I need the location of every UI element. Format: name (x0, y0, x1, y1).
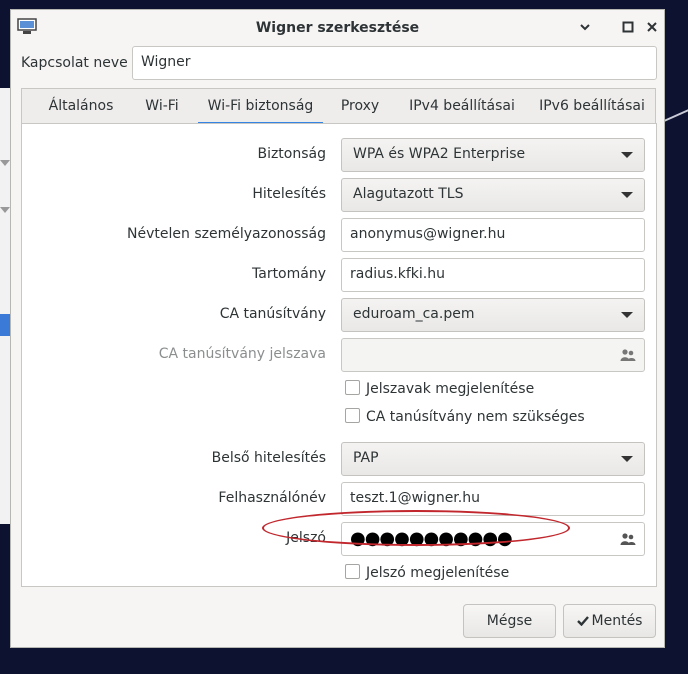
password-value: ●●●●●●●●●●● (350, 528, 513, 549)
checkbox-box[interactable] (345, 564, 360, 579)
connection-name-input[interactable]: Wigner (132, 46, 657, 80)
save-button[interactable]: Mentés (563, 604, 656, 638)
ca-certificate-select[interactable]: eduroam_ca.pem (341, 298, 645, 332)
maximize-icon[interactable] (621, 20, 635, 34)
username-label: Felhasználónév (218, 490, 326, 506)
inner-authentication-select-value: PAP (353, 450, 379, 466)
checkmark-icon (576, 616, 589, 627)
background-arrow-icon (0, 207, 10, 213)
tab-bar: Általános Wi-Fi Wi-Fi biztonság Proxy IP… (21, 88, 656, 125)
anonymous-identity-input[interactable]: anonymus@wigner.hu (341, 218, 645, 252)
person-icon (620, 349, 636, 361)
authentication-select-value: Alagutazott TLS (353, 186, 464, 202)
security-select-value: WPA és WPA2 Enterprise (353, 146, 526, 162)
checkbox-box[interactable] (345, 408, 360, 423)
cancel-button[interactable]: Mégse (463, 604, 556, 638)
username-input[interactable]: teszt.1@wigner.hu (341, 482, 645, 516)
authentication-label: Hitelesítés (252, 186, 326, 202)
ca-not-required-label: CA tanúsítvány nem szükséges (366, 409, 585, 425)
person-icon[interactable] (620, 532, 636, 546)
chevron-down-icon (621, 456, 633, 462)
ca-certificate-select-value: eduroam_ca.pem (353, 306, 475, 322)
chevron-down-icon (621, 152, 633, 158)
show-password-label: Jelszó megjelenítése (366, 565, 510, 581)
window-title: Wigner szerkesztése (255, 20, 420, 36)
edit-connection-dialog: Wigner szerkesztése Kapcsolat neve Wigne… (10, 9, 665, 648)
tab-general[interactable]: Általános (34, 89, 128, 123)
inner-authentication-label: Belső hitelesítés (211, 450, 326, 466)
chevron-down-icon (621, 312, 633, 318)
chevron-down-icon[interactable] (578, 20, 592, 34)
tab-ipv6[interactable]: IPv6 beállításai (532, 89, 652, 123)
security-label: Biztonság (257, 146, 326, 162)
password-input[interactable]: ●●●●●●●●●●● (341, 522, 645, 556)
wifi-security-panel: Biztonság WPA és WPA2 Enterprise Hiteles… (21, 123, 657, 587)
domain-label: Tartomány (252, 266, 326, 282)
security-select[interactable]: WPA és WPA2 Enterprise (341, 138, 645, 172)
show-passwords-checkbox[interactable]: Jelszavak megjelenítése (345, 380, 534, 397)
title-bar[interactable]: Wigner szerkesztése (11, 10, 664, 46)
authentication-select[interactable]: Alagutazott TLS (341, 178, 645, 212)
close-icon[interactable] (645, 20, 659, 34)
ca-certificate-label: CA tanúsítvány (219, 306, 326, 322)
anonymous-identity-label: Névtelen személyazonosság (127, 226, 326, 242)
ca-password-input (341, 338, 645, 372)
background-line (663, 103, 688, 122)
tab-proxy[interactable]: Proxy (332, 89, 388, 123)
checkbox-box[interactable] (345, 380, 360, 395)
tab-wifi[interactable]: Wi-Fi (134, 89, 190, 123)
domain-input[interactable]: radius.kfki.hu (341, 258, 645, 292)
ca-password-label: CA tanúsítvány jelszava (158, 346, 326, 362)
connection-name-label: Kapcsolat neve (21, 55, 128, 71)
show-password-checkbox[interactable]: Jelszó megjelenítése (345, 564, 509, 581)
inner-authentication-select[interactable]: PAP (341, 442, 645, 476)
background-arrow-icon (0, 160, 10, 166)
show-passwords-label: Jelszavak megjelenítése (366, 381, 535, 397)
save-button-label: Mentés (591, 613, 643, 629)
chevron-down-icon (621, 192, 633, 198)
tab-wifi-security[interactable]: Wi-Fi biztonság (198, 89, 323, 125)
password-label: Jelszó (286, 530, 326, 546)
tab-ipv4[interactable]: IPv4 beállításai (398, 89, 526, 123)
ca-not-required-checkbox[interactable]: CA tanúsítvány nem szükséges (345, 408, 585, 425)
